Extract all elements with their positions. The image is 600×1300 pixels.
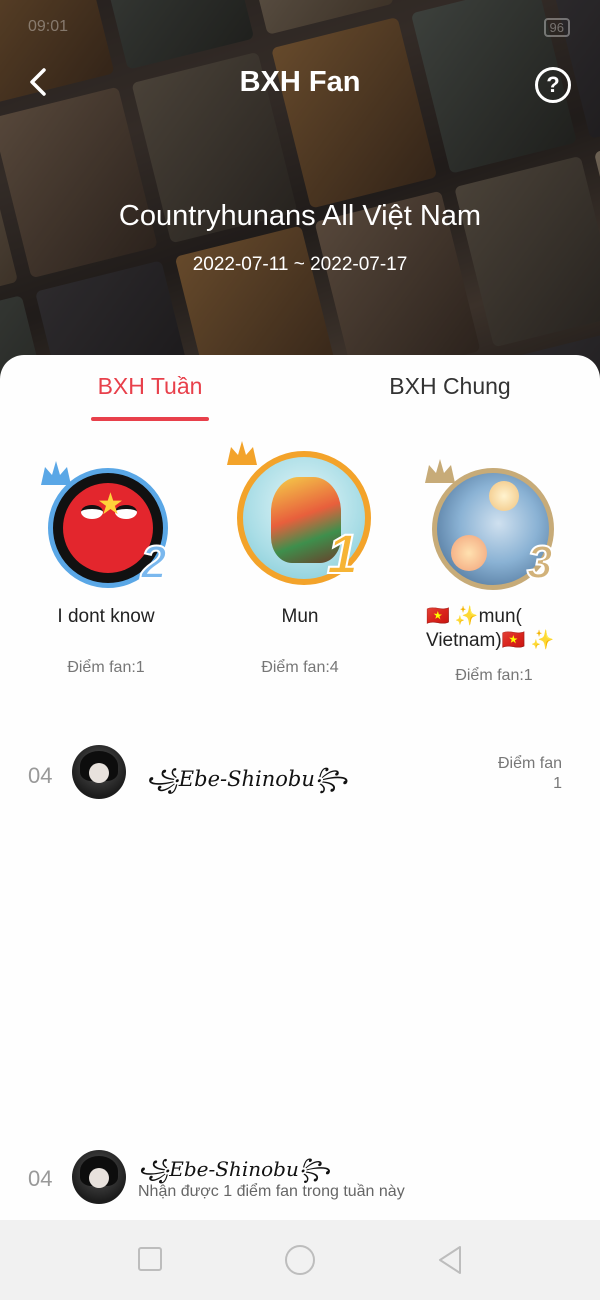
status-bar: 09:01 96 (28, 14, 570, 40)
list-points-value: 1 (553, 775, 562, 792)
podium-name: 🇻🇳 ✨mun( Vietnam)🇻🇳 ✨ (426, 606, 555, 651)
recents-button[interactable] (138, 1247, 162, 1271)
page-title: BXH Fan (239, 66, 361, 98)
podium-points: Điểm fan:1 (67, 659, 145, 676)
podium-points: Điểm fan:4 (261, 659, 339, 676)
podium-points: Điểm fan:1 (455, 667, 533, 684)
rank-badge: 3 (526, 535, 554, 589)
my-rank-row[interactable]: 04 ꧁Ebe-Shinobu꧂ Nhận được 1 điểm fan tr… (0, 1135, 600, 1220)
rank-badge: 1 (326, 521, 359, 586)
leaderboard-card: BXH Tuần BXH Chung ★ 2 I dont know Điểm … (0, 355, 600, 1220)
back-triangle-icon[interactable] (436, 1244, 464, 1276)
group-name: Countryhunans All Việt Nam (118, 200, 482, 232)
crown-icon (41, 461, 71, 485)
podium-rank-3[interactable]: 3 🇻🇳 ✨mun( Vietnam)🇻🇳 ✨ Điểm fan:1 (404, 451, 584, 685)
date-range: 2022-07-11 ~ 2022-07-17 (192, 254, 408, 275)
list-item[interactable]: 04 ꧁Ebe-Shinobu꧂ Điểm fan 1 (0, 745, 600, 805)
tab-weekly[interactable]: BXH Tuần (70, 373, 230, 421)
avatar[interactable] (72, 1150, 126, 1204)
question-circle-icon: ? (546, 72, 560, 97)
podium-name: I dont know (57, 606, 155, 627)
list-rank: 04 (28, 763, 53, 788)
system-nav-bar (0, 1220, 600, 1300)
crown-icon (227, 441, 257, 465)
podium: ★ 2 I dont know Điểm fan:1 1 Mun Điểm fa… (0, 441, 600, 721)
podium-name: Mun (281, 606, 319, 627)
rank-badge: 2 (140, 535, 168, 589)
battery-indicator: 96 (543, 17, 570, 37)
tab-general[interactable]: BXH Chung (370, 373, 530, 400)
header-banner: 09:01 96 BXH Fan ? Countryhunans All Việ… (0, 0, 600, 380)
status-time: 09:01 (28, 18, 69, 35)
my-rank: 04 (28, 1166, 53, 1191)
my-points-note: Nhận được 1 điểm fan trong tuần này (138, 1183, 405, 1200)
podium-rank-1[interactable]: 1 Mun Điểm fan:4 (210, 437, 390, 677)
tab-general-label: BXH Chung (389, 373, 511, 399)
help-button[interactable]: ? (535, 67, 571, 103)
tab-weekly-label: BXH Tuần (97, 373, 203, 399)
active-tab-indicator (91, 417, 209, 421)
list-name: ꧁Ebe-Shinobu꧂ (146, 767, 348, 791)
avatar[interactable] (72, 745, 126, 799)
list-points-label: Điểm fan (497, 755, 562, 772)
home-button[interactable] (285, 1245, 315, 1275)
podium-rank-2[interactable]: ★ 2 I dont know Điểm fan:1 (16, 451, 196, 677)
crown-icon (425, 459, 455, 483)
